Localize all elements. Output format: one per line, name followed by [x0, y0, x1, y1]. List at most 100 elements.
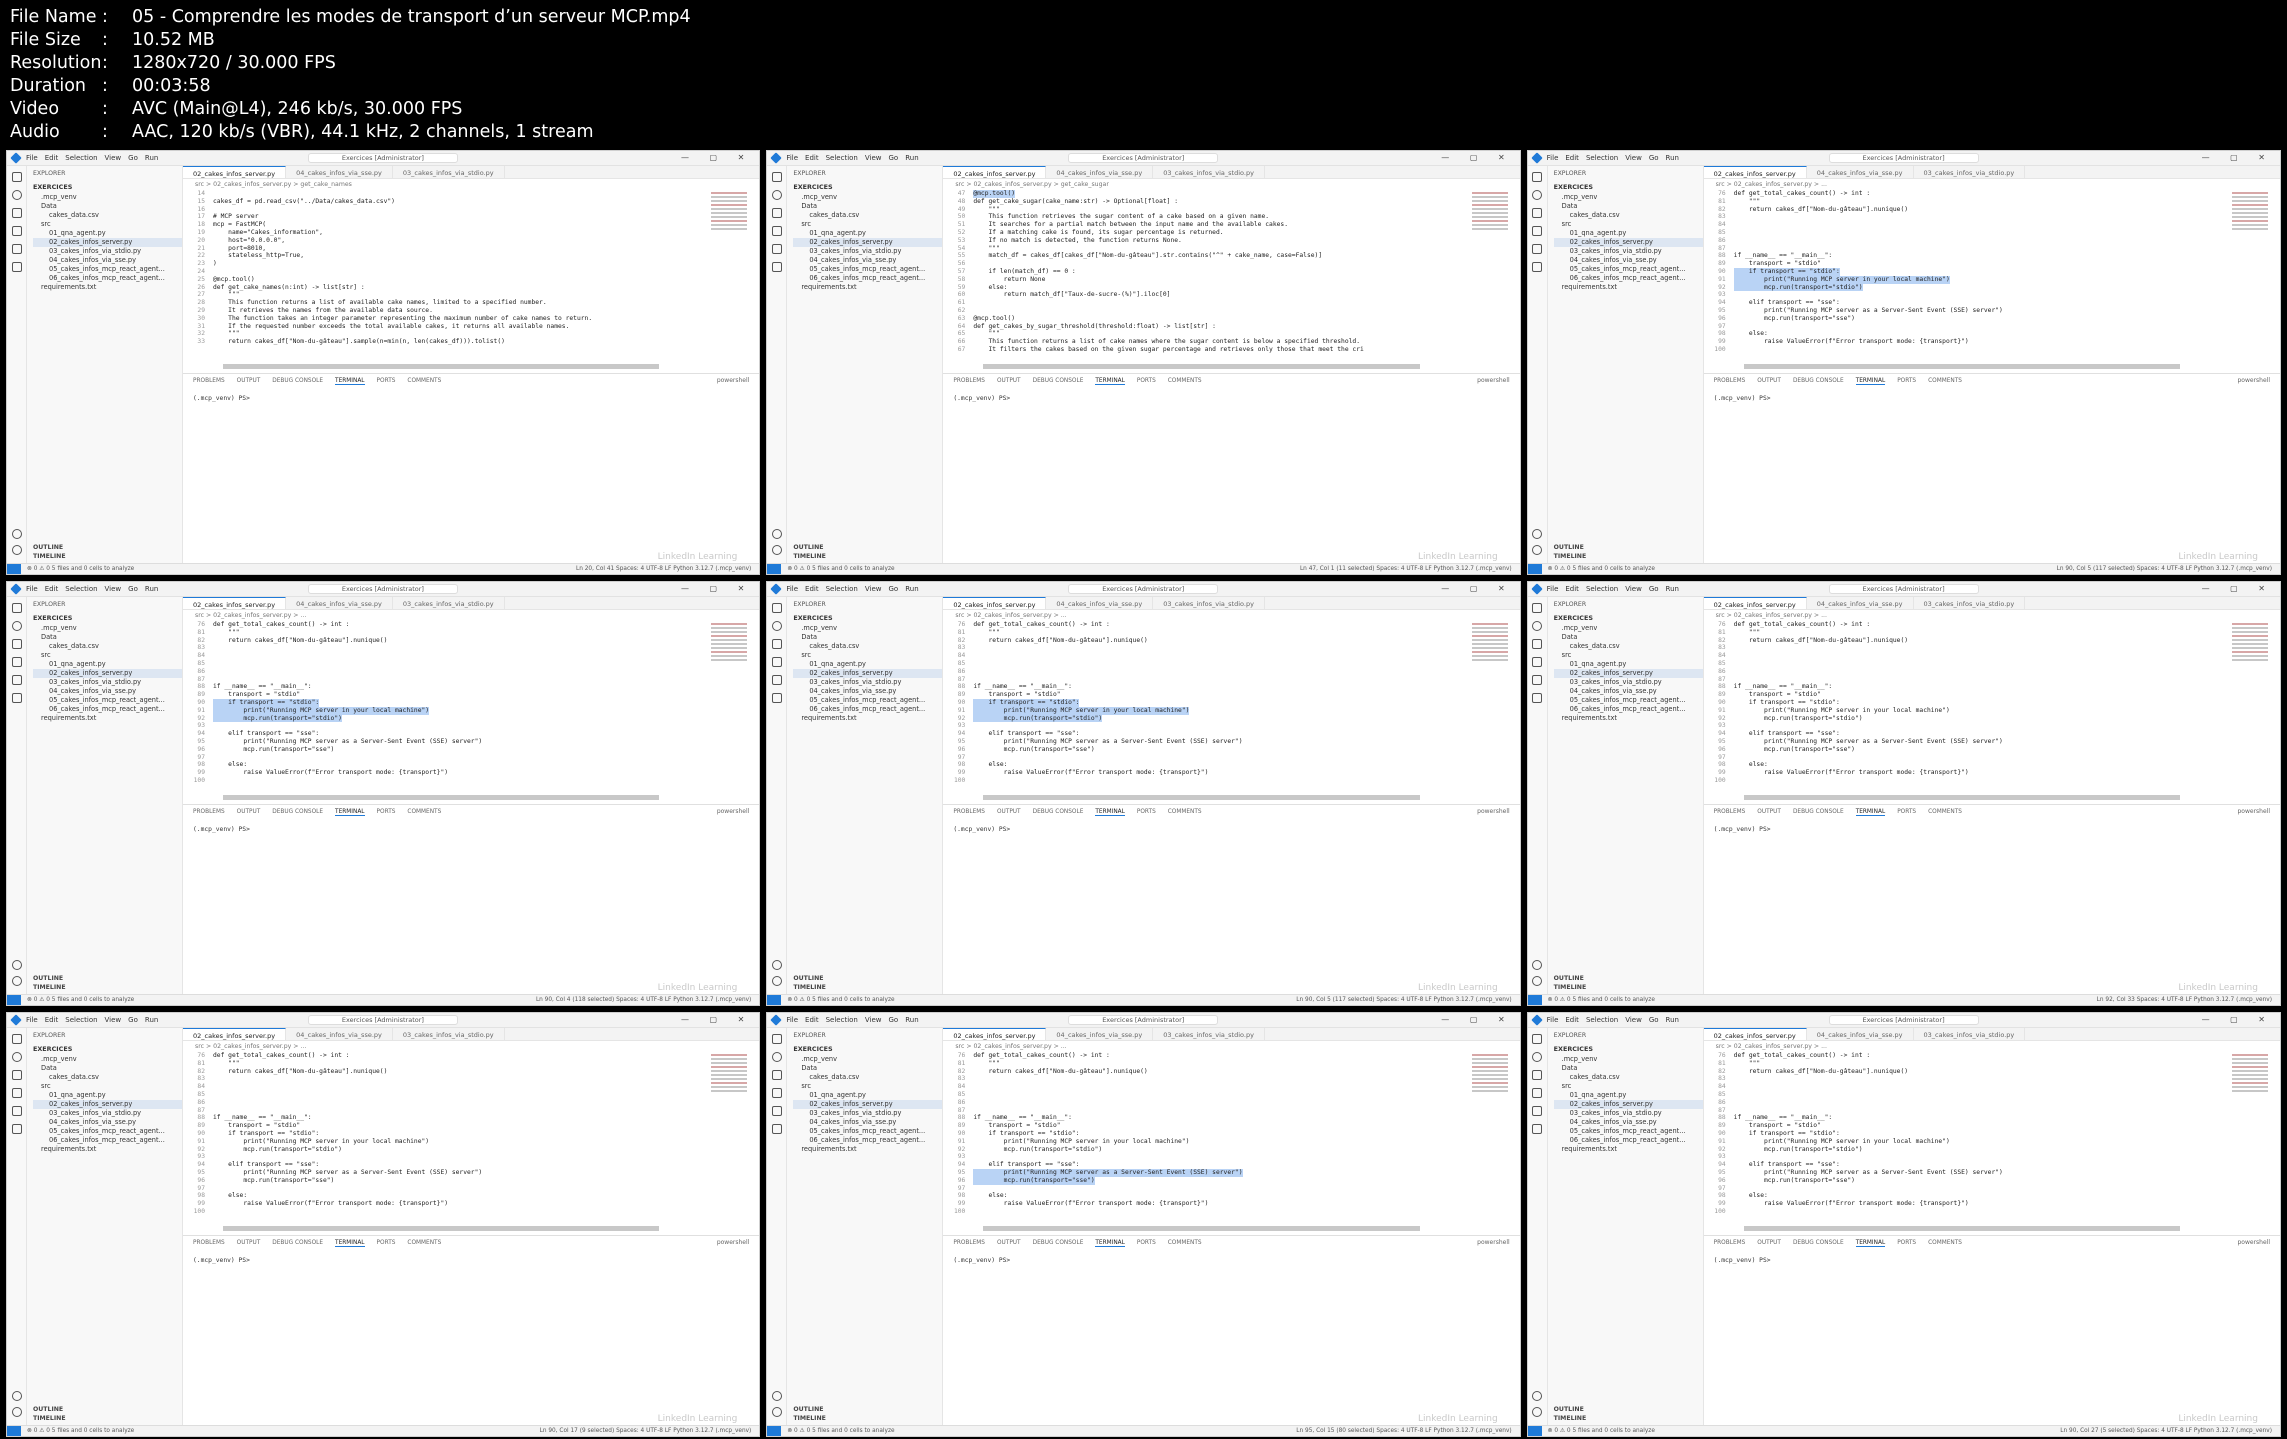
code-text[interactable]: print("Running MCP server as a Server-Se… [973, 1168, 1243, 1177]
code-line[interactable]: 86 [943, 1099, 1469, 1107]
panel-tab[interactable]: DEBUG CONSOLE [1793, 1240, 1844, 1247]
panel-tab[interactable]: PROBLEMS [1714, 1240, 1746, 1247]
code-line[interactable]: 93 [183, 1153, 709, 1161]
menu-item[interactable]: Selection [826, 1016, 858, 1024]
horizontal-scrollbar[interactable] [223, 795, 660, 800]
code-line[interactable]: 100 [183, 777, 709, 785]
panel-tab[interactable]: TERMINAL [335, 378, 365, 385]
code-line[interactable]: 85 [1704, 1091, 2230, 1099]
code-line[interactable]: 82 return cakes_df["Nom-du-gâteau"].nuni… [943, 637, 1469, 645]
breadcrumb[interactable]: src > 02_cakes_infos_server.py > ... [1704, 610, 2280, 620]
panel-tab[interactable]: TERMINAL [1095, 809, 1125, 816]
code-text[interactable]: if transport == "stdio": [973, 698, 1080, 707]
status-cursor-info[interactable]: Ln 92, Col 33 Spaces: 4 UTF-8 LF Python … [2097, 997, 2280, 1003]
code-text[interactable]: mcp.run(transport="sse") [1734, 1177, 1855, 1185]
search-icon[interactable] [1532, 621, 1543, 631]
tree-item[interactable]: 05_cakes_infos_mcp_react_agent... [33, 696, 182, 705]
editor-tab[interactable]: 04_cakes_infos_via_sse.py [1807, 166, 1914, 178]
code-text[interactable]: raise ValueError(f"Error transport mode:… [1734, 1200, 1969, 1208]
tree-item[interactable]: Data [1554, 202, 1703, 211]
search-icon[interactable] [1532, 1052, 1543, 1062]
code-line[interactable]: 88 if __name__ == "__main__": [943, 683, 1469, 691]
menu-item[interactable]: View [865, 1016, 882, 1024]
code-line[interactable]: 96 mcp.run(transport="sse") [943, 1176, 1469, 1185]
tree-item[interactable]: 01_qna_agent.py [793, 229, 942, 238]
tree-item[interactable]: src [33, 1082, 182, 1091]
tree-item[interactable]: 02_cakes_infos_server.py [793, 669, 943, 678]
code-text[interactable]: print("Running MCP server as a Server-Se… [213, 1169, 482, 1177]
code-line[interactable]: 98 else: [1704, 1192, 2230, 1200]
menu-item[interactable]: Edit [45, 154, 59, 162]
code-text[interactable]: print("Running MCP server in your local … [213, 706, 430, 715]
status-problems[interactable]: ⊗ 0 ⚠ 0 5 files and 0 cells to analyze [27, 1428, 134, 1434]
code-text[interactable]: return match_df["Taux-de-sucre-(%)"].ilo… [973, 291, 1171, 299]
panel-tab[interactable]: OUTPUT [237, 1240, 261, 1247]
tree-item[interactable]: Data [793, 1064, 942, 1073]
explorer-icon[interactable] [11, 172, 22, 182]
code-line[interactable]: 86 [183, 668, 709, 676]
gear-icon[interactable] [1532, 976, 1543, 986]
minimap[interactable] [711, 1054, 748, 1102]
extensions-icon[interactable] [11, 244, 22, 254]
code-line[interactable]: 93 [1704, 1153, 2230, 1161]
search-icon[interactable] [1532, 190, 1543, 200]
explorer-icon[interactable] [771, 1034, 782, 1044]
code-line[interactable]: 98 else: [183, 761, 709, 769]
panel-tab[interactable]: OUTPUT [237, 378, 261, 385]
code-text[interactable]: if __name__ == "__main__": [213, 683, 312, 691]
horizontal-scrollbar[interactable] [1743, 795, 2180, 800]
tree-item[interactable]: cakes_data.csv [33, 211, 182, 220]
timeline-label[interactable]: TIMELINE [793, 552, 826, 561]
tree-item[interactable]: 03_cakes_infos_via_stdio.py [33, 1109, 182, 1118]
breadcrumb[interactable]: src > 02_cakes_infos_server.py > get_cak… [943, 179, 1519, 189]
panel-tab[interactable]: TERMINAL [1855, 809, 1886, 816]
account-icon[interactable] [11, 529, 22, 539]
tree-item[interactable]: src [793, 1082, 942, 1091]
code-line[interactable]: 88 if __name__ == "__main__": [183, 1114, 709, 1122]
horizontal-scrollbar[interactable] [223, 1226, 660, 1231]
code-line[interactable]: 99 raise ValueError(f"Error transport mo… [183, 1200, 709, 1208]
tree-item[interactable]: requirements.txt [1554, 714, 1703, 723]
code-line[interactable]: 21 port=8010, [183, 245, 709, 253]
code-line[interactable]: 84 [943, 1083, 1469, 1091]
code-line[interactable]: 87 [943, 676, 1469, 684]
extensions-icon[interactable] [11, 675, 22, 685]
panel-tab[interactable]: DEBUG CONSOLE [1793, 378, 1844, 385]
editor-tab[interactable]: 03_cakes_infos_via_stdio.py [393, 1028, 505, 1040]
tree-item[interactable]: 06_cakes_infos_mcp_react_agent... [1554, 274, 1703, 283]
code-line[interactable]: 93 [1704, 722, 2230, 730]
menu-item[interactable]: Selection [1586, 1016, 1618, 1024]
code-line[interactable]: 99 raise ValueError(f"Error transport mo… [1704, 1200, 2230, 1208]
code-line[interactable]: 96 mcp.run(transport="sse") [943, 746, 1469, 754]
tree-item[interactable]: requirements.txt [793, 714, 942, 723]
status-cursor-info[interactable]: Ln 90, Col 27 (5 selected) Spaces: 4 UTF… [2060, 1428, 2280, 1434]
code-text[interactable]: if len(match_df) == 0 : [973, 268, 1075, 276]
code-text[interactable]: """ [213, 1060, 239, 1068]
code-line[interactable]: 92 mcp.run(transport="stdio") [183, 1146, 709, 1154]
gear-icon[interactable] [1532, 545, 1543, 555]
menu-item[interactable]: View [865, 154, 882, 162]
tree-item[interactable]: 02_cakes_infos_server.py [33, 238, 182, 247]
code-line[interactable]: 33 return cakes_df["Nom-du-gâteau"].samp… [183, 338, 709, 346]
code-text[interactable]: print("Running MCP server as a Server-Se… [1734, 307, 2003, 315]
account-icon[interactable] [11, 1391, 22, 1401]
code-line[interactable]: 22 stateless_http=True, [183, 252, 709, 260]
panel-tab[interactable]: DEBUG CONSOLE [272, 378, 323, 385]
code-line[interactable]: 90 if transport == "stdio": [1704, 699, 2230, 707]
terminal-shell-label[interactable]: powershell [2237, 377, 2270, 384]
extensions-icon[interactable] [771, 675, 782, 685]
code-line[interactable]: 83 [183, 644, 709, 652]
panel-tab[interactable]: TERMINAL [1095, 378, 1125, 385]
menu-item[interactable]: Edit [45, 585, 59, 593]
panel-tab[interactable]: OUTPUT [997, 809, 1021, 816]
code-line[interactable]: 76 def get_total_cakes_count() -> int : [183, 1052, 709, 1060]
code-text[interactable]: def get_cakes_by_sugar_threshold(thresho… [973, 323, 1216, 331]
code-text[interactable]: """ [213, 330, 239, 338]
code-line[interactable]: 50 This function retrieves the sugar con… [943, 213, 1469, 221]
code-line[interactable]: 48 def get_cake_sugar(cake_name:str) -> O… [943, 198, 1469, 206]
code-line[interactable]: 83 [943, 644, 1469, 652]
code-line[interactable]: 94 elif transport == "sse": [183, 1161, 709, 1169]
panel-tab[interactable]: PORTS [1137, 1240, 1156, 1247]
code-line[interactable]: 95 print("Running MCP server as a Server… [183, 738, 709, 746]
horizontal-scrollbar[interactable] [1743, 1226, 2180, 1231]
